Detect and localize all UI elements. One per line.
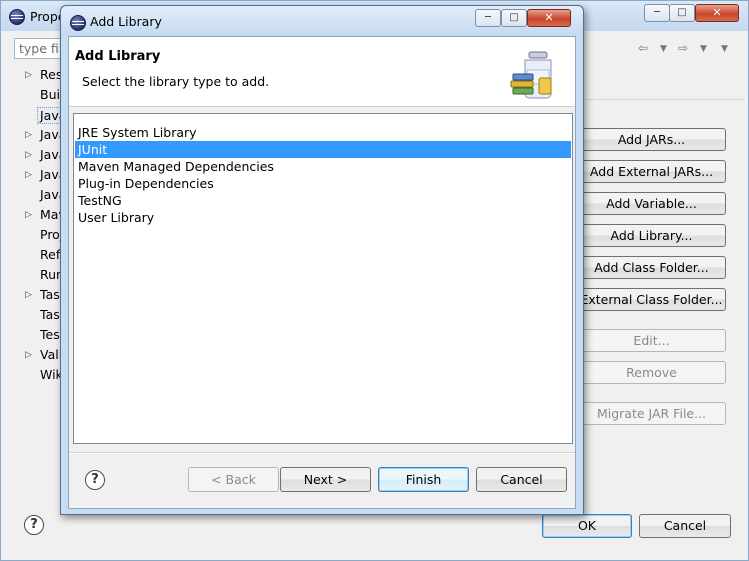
- finish-button[interactable]: Finish: [378, 467, 469, 492]
- back-arrow-icon[interactable]: ⇦: [638, 41, 648, 55]
- next-button[interactable]: Next >: [280, 467, 371, 492]
- tree-expand-icon[interactable]: ▷: [25, 290, 32, 300]
- tree-item[interactable]: Res: [40, 67, 62, 82]
- minimize-button[interactable]: ─: [644, 4, 670, 22]
- add-library-button[interactable]: Add Library...: [577, 224, 726, 247]
- dialog-body: Add Library Select the library type to a…: [68, 36, 576, 509]
- dialog-title: Add Library: [90, 14, 162, 29]
- tree-item[interactable]: Tas: [40, 307, 60, 322]
- remove-button[interactable]: Remove: [577, 361, 726, 384]
- add-jars-button[interactable]: Add JARs...: [577, 128, 726, 151]
- minimize-icon: ─: [653, 7, 661, 18]
- close-button[interactable]: ✕: [695, 4, 739, 22]
- help-icon[interactable]: ?: [85, 470, 105, 490]
- forward-arrow-icon[interactable]: ⇨: [678, 41, 688, 55]
- edit-button[interactable]: Edit...: [577, 329, 726, 352]
- wizard-title: Add Library: [75, 49, 161, 64]
- divider: [585, 99, 745, 100]
- forward-dropdown-icon[interactable]: ▼: [700, 44, 707, 54]
- cancel-button[interactable]: Cancel: [639, 514, 731, 538]
- list-item[interactable]: Plug-in Dependencies: [75, 175, 571, 192]
- list-item[interactable]: TestNG: [75, 192, 571, 209]
- wizard-description: Select the library type to add.: [82, 74, 270, 89]
- add-class-folder-button[interactable]: Add Class Folder...: [577, 256, 726, 279]
- cancel-button[interactable]: Cancel: [476, 467, 567, 492]
- eclipse-logo-icon: [9, 9, 25, 25]
- dialog-title-bar: Add Library ─ □ ✕: [61, 6, 583, 36]
- tree-expand-icon[interactable]: ▷: [25, 350, 32, 360]
- tree-expand-icon[interactable]: ▷: [25, 130, 32, 140]
- ok-button[interactable]: OK: [542, 514, 632, 538]
- dialog-minimize-button[interactable]: ─: [475, 9, 501, 27]
- library-type-list[interactable]: JRE System Library JUnit Maven Managed D…: [73, 113, 573, 444]
- back-button[interactable]: < Back: [188, 467, 279, 492]
- help-icon[interactable]: ?: [24, 515, 44, 535]
- dialog-maximize-button[interactable]: □: [501, 9, 527, 27]
- wizard-header: Add Library Select the library type to a…: [69, 37, 575, 107]
- close-icon: ✕: [544, 11, 554, 24]
- tree-expand-icon[interactable]: ▷: [25, 70, 32, 80]
- dialog-close-button[interactable]: ✕: [527, 9, 571, 27]
- list-item[interactable]: Maven Managed Dependencies: [75, 158, 571, 175]
- tree-expand-icon[interactable]: ▷: [25, 210, 32, 220]
- divider: [69, 452, 575, 454]
- tree-item[interactable]: Vali: [40, 347, 62, 362]
- add-library-dialog: Add Library ─ □ ✕ Add Library Select the…: [60, 5, 584, 515]
- back-dropdown-icon[interactable]: ▼: [660, 44, 667, 54]
- tree-expand-icon[interactable]: ▷: [25, 170, 32, 180]
- tree-expand-icon[interactable]: ▷: [25, 150, 32, 160]
- maximize-button[interactable]: □: [669, 4, 695, 22]
- add-external-jars-button[interactable]: Add External JARs...: [577, 160, 726, 183]
- close-icon: ✕: [712, 6, 722, 19]
- eclipse-logo-icon: [70, 15, 86, 31]
- library-jars-icon: [510, 51, 552, 99]
- tree-item[interactable]: Tas: [40, 287, 60, 302]
- migrate-jar-button[interactable]: Migrate JAR File...: [577, 402, 726, 425]
- maximize-icon: □: [677, 7, 687, 18]
- list-item[interactable]: User Library: [75, 209, 571, 226]
- list-item-selected[interactable]: JUnit: [75, 141, 571, 158]
- list-item[interactable]: JRE System Library: [75, 124, 571, 141]
- add-variable-button[interactable]: Add Variable...: [577, 192, 726, 215]
- view-menu-icon[interactable]: ▼: [721, 44, 728, 54]
- add-external-class-folder-button[interactable]: External Class Folder...: [577, 288, 726, 311]
- maximize-icon: □: [509, 12, 519, 23]
- minimize-icon: ─: [484, 12, 492, 23]
